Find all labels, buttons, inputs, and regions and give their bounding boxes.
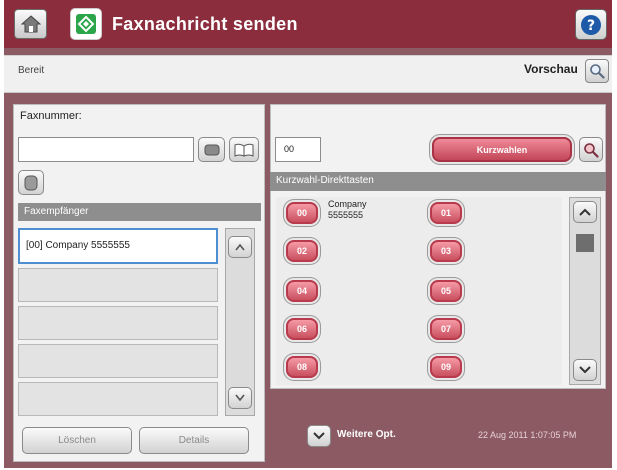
speed-dial-key-03[interactable]: 03 (430, 240, 462, 262)
magnifier-icon (590, 64, 605, 79)
chevron-down-icon (579, 366, 591, 374)
preview-label: Vorschau (524, 62, 578, 76)
speed-dial-scroll-up-button[interactable] (573, 201, 597, 223)
backspace-icon (204, 144, 219, 155)
speed-dials-button[interactable]: Kurzwahlen (432, 137, 572, 162)
scroll-up-button[interactable] (228, 236, 252, 258)
pause-button[interactable] (18, 170, 44, 195)
speed-dial-scroll-down-button[interactable] (573, 359, 597, 381)
speed-dial-key-01[interactable]: 01 (430, 202, 462, 224)
fax-screen: Faxnachricht senden ? Bereit Vorschau Fa… (4, 0, 612, 468)
chevron-down-icon (235, 394, 245, 402)
details-button[interactable]: Details (139, 427, 249, 454)
recipient-row[interactable] (18, 306, 218, 340)
home-button[interactable] (14, 9, 47, 39)
speed-dial-key-00[interactable]: 00 (286, 202, 318, 224)
page-title: Faxnachricht senden (112, 14, 298, 34)
speed-dial-key-09[interactable]: 09 (430, 356, 462, 378)
pause-icon (24, 175, 38, 190)
speed-dial-key-08[interactable]: 08 (286, 356, 318, 378)
status-bar (4, 55, 612, 93)
status-text: Bereit (18, 65, 45, 76)
speed-dial-key-06[interactable]: 06 (286, 318, 318, 340)
more-options-button[interactable] (307, 425, 331, 447)
help-button[interactable]: ? (575, 9, 607, 40)
speed-dial-code-input[interactable]: 00 (275, 137, 321, 162)
backspace-button[interactable] (198, 137, 225, 162)
chevron-up-icon (235, 243, 245, 251)
speed-dial-grid (276, 197, 562, 385)
speed-dial-search-button[interactable] (579, 137, 603, 162)
delete-button[interactable]: Löschen (22, 427, 132, 454)
fax-number-label: Faxnummer: (20, 110, 82, 122)
recipient-row[interactable] (18, 268, 218, 302)
recipients-header: Faxempfänger (18, 203, 261, 221)
chevron-up-icon (579, 208, 591, 216)
address-book-icon (234, 143, 254, 157)
speed-dial-key-02[interactable]: 02 (286, 240, 318, 262)
more-options-label[interactable]: Weitere Opt. (337, 429, 396, 440)
chevron-down-icon (313, 432, 325, 440)
speed-dial-key-04[interactable]: 04 (286, 280, 318, 302)
recipient-row[interactable] (18, 344, 218, 378)
preview-button[interactable] (585, 59, 609, 83)
scroll-down-button[interactable] (228, 387, 252, 409)
recipient-row-selected[interactable]: [00] Company 5555555 (18, 228, 218, 264)
speed-dial-scrollbar[interactable] (569, 197, 601, 385)
speed-dial-key-05[interactable]: 05 (430, 280, 462, 302)
date-time: 22 Aug 2011 1:07:05 PM (478, 430, 577, 440)
recipient-row[interactable] (18, 382, 218, 416)
speed-dial-key-07[interactable]: 07 (430, 318, 462, 340)
speed-dial-scroll-thumb[interactable] (576, 234, 594, 252)
fax-number-input[interactable] (18, 137, 194, 162)
svg-text:?: ? (587, 18, 595, 34)
help-icon: ? (581, 14, 601, 35)
speed-dial-key-00-number: 5555555 (328, 210, 364, 220)
speed-dial-keys-header: Kurzwahl-Direkttasten (270, 172, 606, 191)
speed-dial-key-00-name: Company (328, 199, 367, 209)
home-icon (20, 15, 41, 33)
fax-send-icon (70, 8, 102, 40)
magnifier-icon (584, 142, 599, 158)
address-book-button[interactable] (229, 137, 259, 162)
